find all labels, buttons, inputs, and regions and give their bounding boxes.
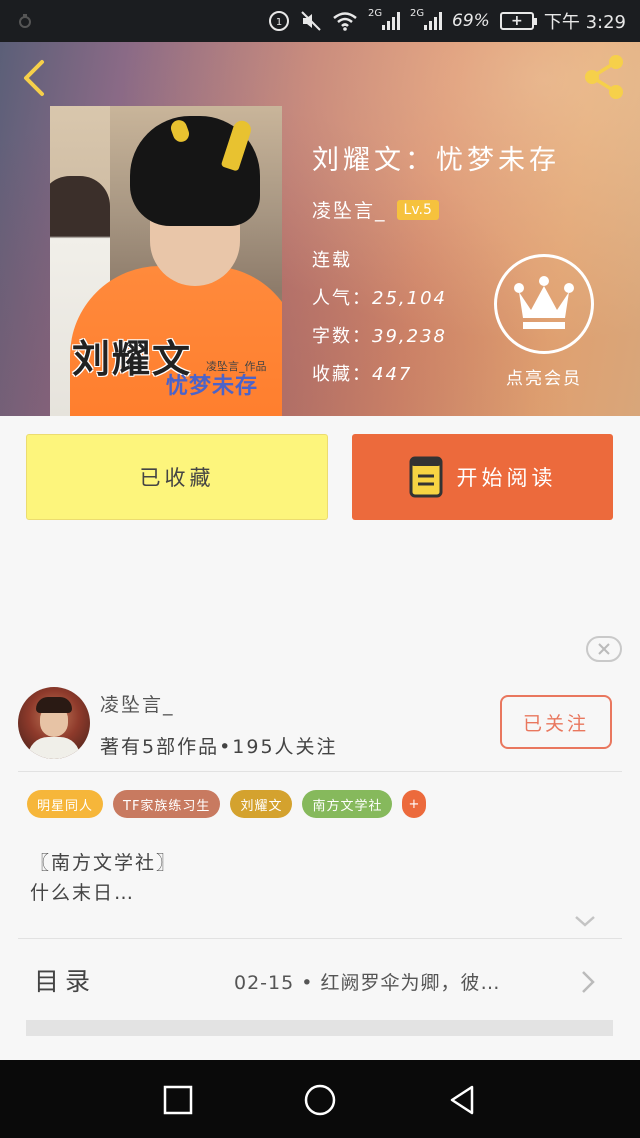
- collected-button[interactable]: 已收藏: [26, 434, 328, 520]
- square-icon: [163, 1085, 193, 1115]
- vip-button[interactable]: [494, 254, 594, 354]
- popularity-label: 人气：: [312, 288, 372, 309]
- expand-button[interactable]: [572, 912, 598, 930]
- back-nav-button[interactable]: [444, 1082, 480, 1118]
- chevron-down-icon: [575, 916, 595, 927]
- start-reading-button[interactable]: 开始阅读: [352, 434, 613, 520]
- triangle-back-icon: [450, 1085, 474, 1115]
- battery-percent: 69%: [452, 11, 490, 31]
- author-card-name: 凌坠言_: [100, 694, 175, 716]
- clock: 下午 3:29: [543, 12, 626, 33]
- level-badge: Lv.5: [396, 199, 439, 220]
- crown-icon: [514, 276, 574, 329]
- alarm-off-icon: 1: [268, 10, 290, 32]
- signal-icon-1: 2G: [368, 8, 401, 30]
- wifi-icon: [332, 11, 358, 31]
- divider: [18, 771, 622, 772]
- tag-item[interactable]: 明星同人: [27, 790, 104, 818]
- author-card[interactable]: 凌坠言_ 著有5部作品•195人关注 已关注: [0, 680, 640, 772]
- share-icon: [585, 55, 623, 99]
- signal-icon-2: 2G: [410, 8, 443, 30]
- system-nav-bar: [0, 1060, 640, 1138]
- circle-icon: [304, 1084, 336, 1116]
- status-bar: 1 2G 2G 69% + 下午 3:29: [0, 0, 640, 42]
- battery-icon: +: [499, 12, 537, 30]
- network-type-2: 2G: [410, 8, 425, 19]
- close-button[interactable]: [586, 636, 622, 662]
- vip-label: 点亮会员: [506, 369, 582, 389]
- section-separator: [26, 1020, 613, 1036]
- word-count-stat: 字数：39,238: [312, 322, 447, 348]
- favorites-label: 收藏：: [312, 364, 372, 385]
- close-icon: [598, 643, 610, 655]
- home-button[interactable]: [302, 1082, 338, 1118]
- popularity-value: 25,104: [372, 288, 447, 309]
- tag-list: 明星同人 TF家族练习生 刘耀文 南方文学社 +: [27, 790, 427, 818]
- follow-label: 已关注: [522, 712, 589, 735]
- add-tag-button[interactable]: +: [402, 790, 427, 818]
- divider: [18, 938, 622, 939]
- book-icon: [409, 456, 442, 498]
- collected-label: 已收藏: [139, 466, 215, 490]
- tag-item[interactable]: 刘耀文: [230, 790, 293, 818]
- author-card-stats: 著有5部作品•195人关注: [100, 736, 338, 758]
- network-type-1: 2G: [368, 8, 383, 19]
- book-cover[interactable]: 刘耀文 凌坠言_作品 忧梦未存: [50, 106, 282, 416]
- cover-subtitle: 忧梦未存: [166, 374, 259, 399]
- follow-button[interactable]: 已关注: [500, 695, 612, 749]
- latest-chapter: 02-15 • 红阙罗伞为卿，彼…: [234, 972, 501, 994]
- popularity-stat: 人气：25,104: [312, 284, 447, 310]
- author-row[interactable]: 凌坠言_ Lv.5: [312, 196, 439, 223]
- notification-icon: [16, 12, 34, 30]
- author-name: 凌坠言_: [312, 200, 387, 222]
- chevron-right-icon: [578, 968, 598, 996]
- tag-item[interactable]: 南方文学社: [302, 790, 393, 818]
- favorites-stat: 收藏：447: [312, 360, 412, 386]
- table-of-contents-row[interactable]: 目录 02-15 • 红阙罗伞为卿，彼…: [0, 940, 640, 1020]
- words-label: 字数：: [312, 326, 372, 347]
- share-button[interactable]: [580, 52, 628, 102]
- favorites-value: 447: [372, 364, 413, 385]
- mute-icon: [300, 10, 322, 32]
- description-line: 什么末日…: [30, 882, 136, 904]
- book-description: 〖南方文学社〗 什么末日…: [30, 848, 177, 908]
- back-arrow-icon: [24, 60, 44, 96]
- description-line: 〖南方文学社〗: [30, 852, 178, 874]
- words-value: 39,238: [372, 326, 447, 347]
- serial-status: 连载: [312, 250, 352, 271]
- book-title: 刘耀文：忧梦未存: [312, 145, 560, 176]
- start-reading-label: 开始阅读: [456, 466, 557, 490]
- book-header: 刘耀文 凌坠言_作品 忧梦未存 刘耀文：忧梦未存 凌坠言_ Lv.5 连载 人气…: [0, 42, 640, 416]
- recent-apps-button[interactable]: [160, 1082, 196, 1118]
- svg-text:1: 1: [276, 17, 282, 28]
- toc-label: 目录: [34, 967, 97, 996]
- back-button[interactable]: [16, 56, 52, 100]
- avatar[interactable]: [18, 687, 90, 759]
- tag-item[interactable]: TF家族练习生: [113, 790, 221, 818]
